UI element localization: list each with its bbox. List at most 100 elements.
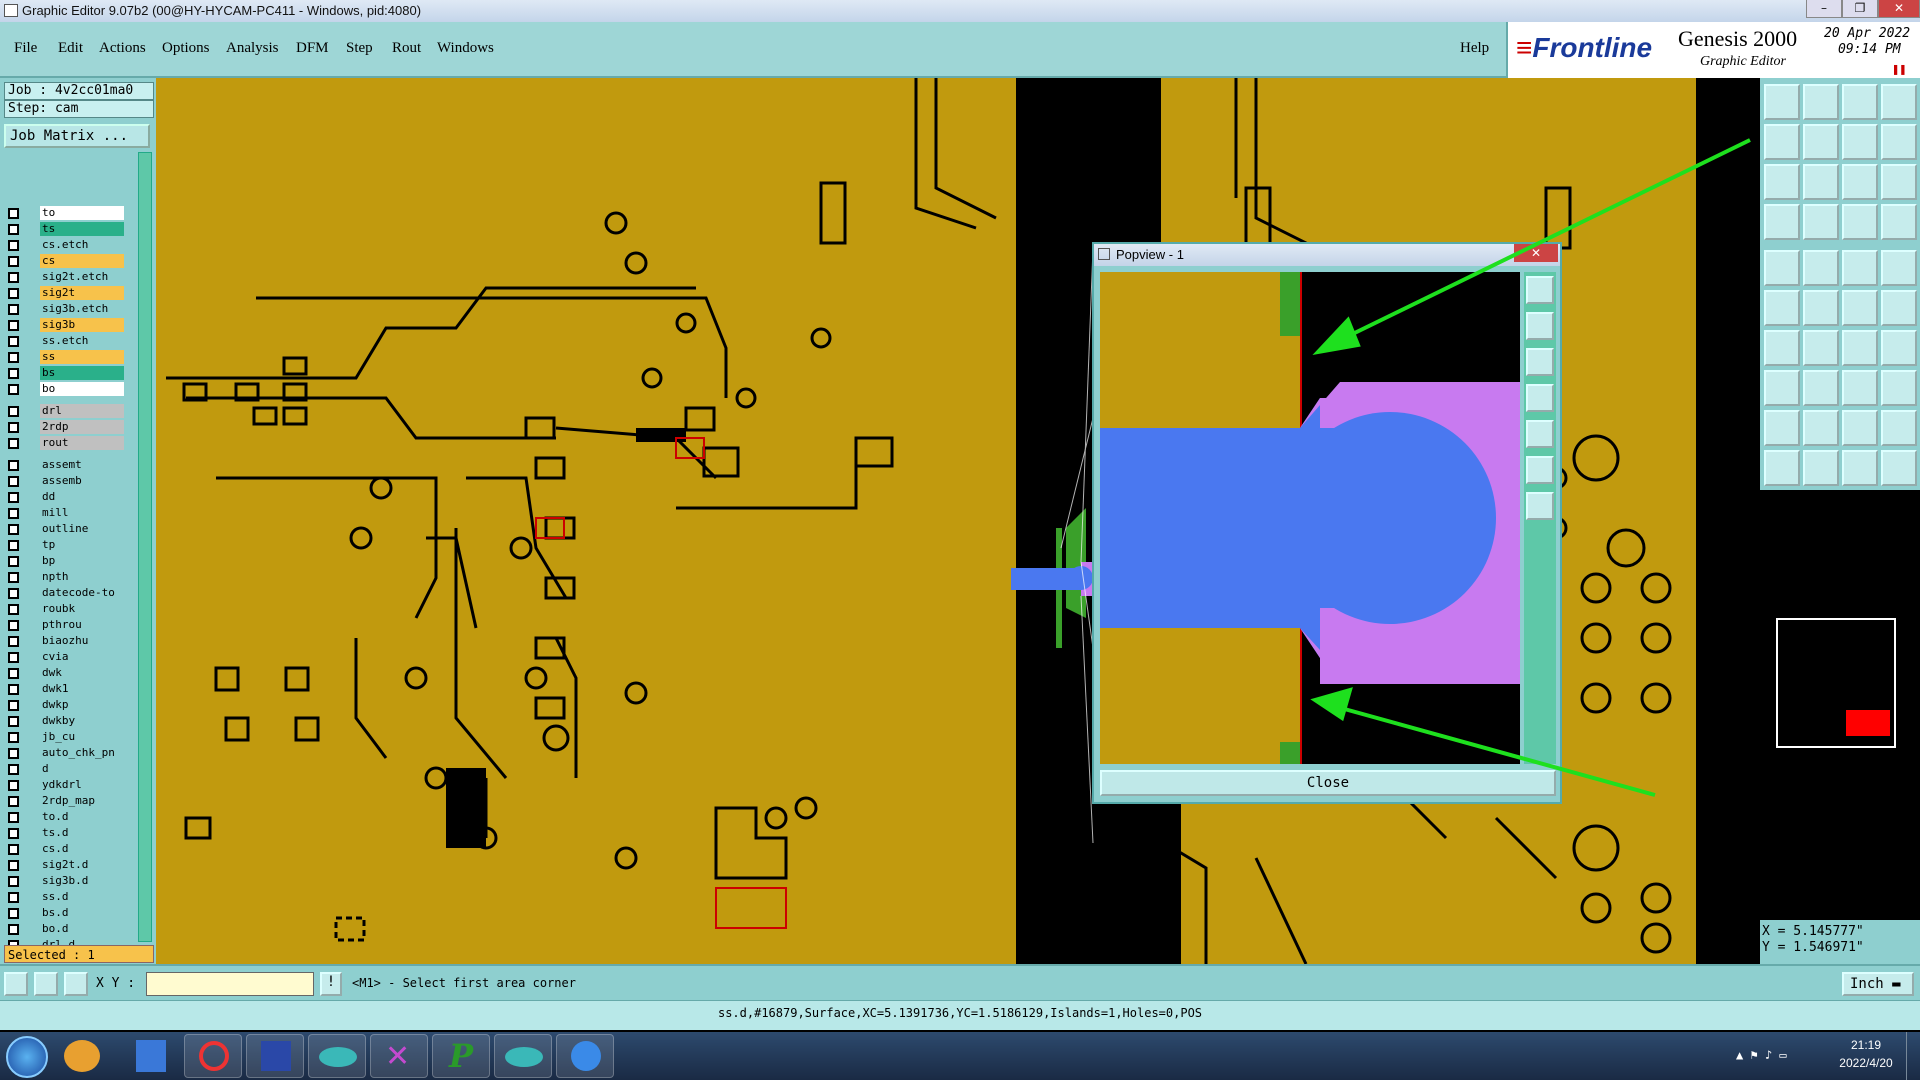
filter-icon[interactable]	[1803, 250, 1839, 286]
show-desktop-button[interactable]	[1906, 1032, 1920, 1080]
measure-mode-icon[interactable]	[34, 972, 58, 996]
popview-tool-1-icon[interactable]	[1526, 276, 1554, 304]
taskbar-app-red[interactable]	[184, 1034, 242, 1078]
close-window-button[interactable]: ✕	[1878, 0, 1920, 18]
layer-row[interactable]: auto_chk_pn	[8, 746, 124, 761]
clock-date[interactable]: 2022/4/20	[1830, 1056, 1902, 1070]
layer-name[interactable]: tp	[40, 538, 124, 552]
net-select-icon[interactable]	[1764, 290, 1800, 326]
layer-name[interactable]: bp	[40, 554, 124, 568]
line-select-icon[interactable]	[1842, 290, 1878, 326]
layer-row[interactable]: npth	[8, 570, 124, 585]
zoom-in-icon[interactable]	[1803, 84, 1839, 120]
triangle-c-icon[interactable]	[1842, 410, 1878, 446]
layer-name[interactable]: dwk1	[40, 682, 124, 696]
layer-checkbox[interactable]	[8, 636, 19, 647]
layer-name[interactable]: drl	[40, 404, 124, 418]
home-icon[interactable]	[1842, 84, 1878, 120]
menu-file[interactable]: File	[14, 40, 37, 57]
layer-name[interactable]: to	[40, 206, 124, 220]
cursor-4-icon[interactable]	[1881, 450, 1917, 486]
cursor-1-icon[interactable]	[1764, 450, 1800, 486]
layer-name[interactable]: 2rdp_map	[40, 794, 124, 808]
layer-name[interactable]: sig2t.etch	[40, 270, 124, 284]
scale-icon[interactable]	[1842, 164, 1878, 200]
draw-arc-icon[interactable]	[1803, 330, 1839, 366]
layer-checkbox[interactable]	[8, 508, 19, 519]
taskbar-eye-app[interactable]	[308, 1034, 366, 1078]
layer-checkbox[interactable]	[8, 860, 19, 871]
layer-name[interactable]: auto_chk_pn	[40, 746, 124, 760]
taskbar-save-app[interactable]	[246, 1034, 304, 1078]
layer-row[interactable]: biaozhu	[8, 634, 124, 649]
layer-checkbox[interactable]	[8, 588, 19, 599]
layer-row[interactable]: ss	[8, 350, 124, 365]
menu-step[interactable]: Step	[346, 40, 373, 57]
layer-checkbox[interactable]	[8, 796, 19, 807]
layer-checkbox[interactable]	[8, 336, 19, 347]
popview-close-x[interactable]: ✕	[1514, 244, 1558, 262]
layer-checkbox[interactable]	[8, 652, 19, 663]
layer-checkbox[interactable]	[8, 352, 19, 363]
layer-name[interactable]: biaozhu	[40, 634, 124, 648]
layer-name[interactable]: cs.d	[40, 842, 124, 856]
layer-checkbox[interactable]	[8, 224, 19, 235]
layer-name[interactable]: to.d	[40, 810, 124, 824]
minimize-button[interactable]: –	[1806, 0, 1842, 18]
menu-analysis[interactable]: Analysis	[226, 40, 279, 57]
layer-checkbox[interactable]	[8, 288, 19, 299]
layer-checkbox[interactable]	[8, 812, 19, 823]
layer-list-scrollbar[interactable]	[138, 152, 152, 942]
arc-select-icon[interactable]	[1881, 290, 1917, 326]
feature-select-icon[interactable]	[1764, 250, 1800, 286]
layer-checkbox[interactable]	[8, 422, 19, 433]
layer-row[interactable]: bo.d	[8, 922, 124, 937]
job-matrix-button[interactable]: Job Matrix ...	[4, 124, 150, 148]
layer-name[interactable]: ts.d	[40, 826, 124, 840]
layer-row[interactable]: ydkdrl	[8, 778, 124, 793]
layer-name[interactable]: cvia	[40, 650, 124, 664]
pad-add-icon[interactable]	[1764, 370, 1800, 406]
cursor-3-icon[interactable]	[1842, 450, 1878, 486]
layer-row[interactable]: dwkp	[8, 698, 124, 713]
layer-name[interactable]: dwkp	[40, 698, 124, 712]
layer-row[interactable]: ts.d	[8, 826, 124, 841]
layer-name[interactable]: bo.d	[40, 922, 124, 936]
layer-name[interactable]: ts	[40, 222, 124, 236]
layer-row[interactable]: bo	[8, 382, 124, 397]
draw-line-icon[interactable]	[1764, 330, 1800, 366]
snap-red-icon[interactable]	[1842, 204, 1878, 240]
start-button[interactable]	[6, 1036, 48, 1078]
layer-checkbox[interactable]	[8, 492, 19, 503]
layer-name[interactable]: sig3b.d	[40, 874, 124, 888]
popview-tool-2-icon[interactable]	[1526, 312, 1554, 340]
layer-row[interactable]: rout	[8, 436, 124, 451]
layer-checkbox[interactable]	[8, 604, 19, 615]
alert-icon[interactable]: !	[320, 972, 342, 996]
layer-name[interactable]: ydkdrl	[40, 778, 124, 792]
layer-row[interactable]: dwkby	[8, 714, 124, 729]
layer-name[interactable]: mill	[40, 506, 124, 520]
layer-checkbox[interactable]	[8, 844, 19, 855]
step-repeat-icon[interactable]	[1881, 124, 1917, 160]
minimap-view-rect[interactable]	[1846, 710, 1890, 736]
menu-help[interactable]: Help	[1460, 40, 1489, 57]
layer-checkbox[interactable]	[8, 780, 19, 791]
line-add-icon[interactable]	[1803, 370, 1839, 406]
popview-tool-5-icon[interactable]	[1526, 420, 1554, 448]
layer-checkbox[interactable]	[8, 524, 19, 535]
ruler-icon[interactable]	[1842, 250, 1878, 286]
layer-row[interactable]: cs.etch	[8, 238, 124, 253]
popview-tool-3-icon[interactable]	[1526, 348, 1554, 376]
layer-name[interactable]: assemb	[40, 474, 124, 488]
layer-checkbox[interactable]	[8, 908, 19, 919]
layer-row[interactable]: pthrou	[8, 618, 124, 633]
layer-checkbox[interactable]	[8, 924, 19, 935]
layer-name[interactable]: dd	[40, 490, 124, 504]
layer-name[interactable]: ss	[40, 350, 124, 364]
taskbar-genesis-app[interactable]	[494, 1034, 552, 1078]
layer-row[interactable]: bp	[8, 554, 124, 569]
fit-all-icon[interactable]	[1764, 164, 1800, 200]
clock-time[interactable]: 21:19	[1836, 1038, 1896, 1052]
layer-checkbox[interactable]	[8, 716, 19, 727]
